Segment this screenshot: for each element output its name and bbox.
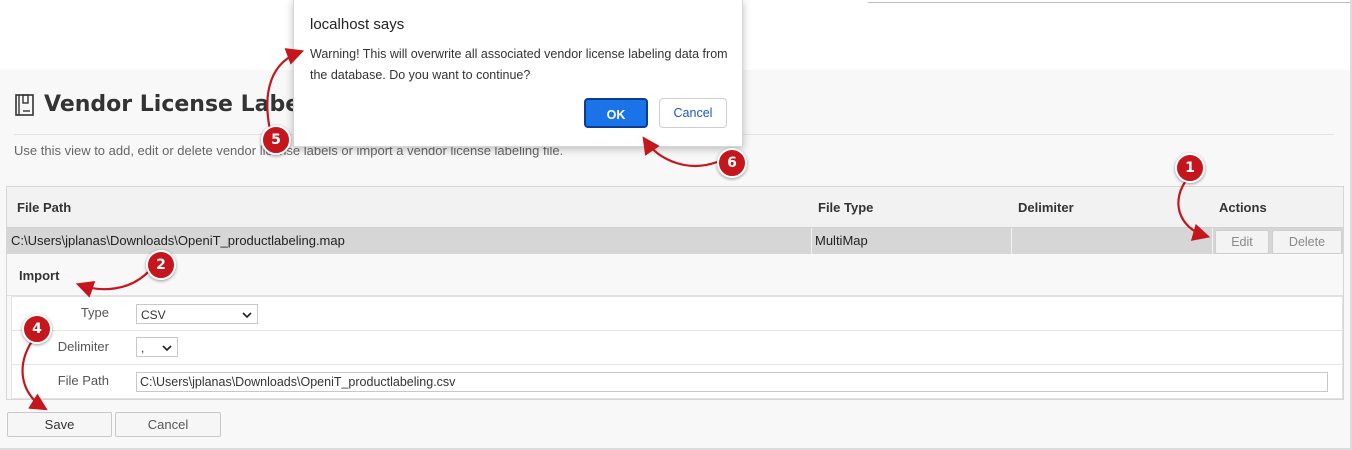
annotation-badge-6: 6 [717, 148, 747, 178]
row-file-type: MultiMap [815, 233, 868, 248]
chevron-down-icon [242, 312, 252, 319]
type-select[interactable]: CSV [136, 304, 258, 324]
chevron-down-icon [162, 345, 172, 352]
file-path-label: File Path [57, 373, 109, 388]
file-path-input[interactable]: C:\Users\jplanas\Downloads\OpeniT_produc… [136, 372, 1328, 392]
header-delimiter: Delimiter [1018, 200, 1074, 215]
delete-button[interactable]: Delete [1272, 230, 1342, 254]
book-icon [15, 93, 34, 116]
table-header: File Path File Type Delimiter Actions [7, 187, 1343, 228]
annotation-badge-5: 5 [261, 125, 291, 155]
header-file-type: File Type [818, 200, 874, 215]
type-select-value: CSV [141, 308, 166, 322]
row-file-path: C:\Users\jplanas\Downloads\OpeniT_produc… [11, 233, 345, 248]
delimiter-select-value: , [141, 341, 145, 355]
import-section-header: Import [7, 254, 1343, 296]
cancel-button[interactable]: Cancel [115, 412, 221, 437]
header-actions: Actions [1219, 200, 1267, 215]
dialog-message: Warning! This will overwrite all associa… [310, 47, 728, 82]
delimiter-label: Delimiter [57, 339, 109, 354]
annotation-badge-1: 1 [1175, 153, 1205, 183]
type-label: Type [80, 305, 109, 320]
confirm-dialog: localhost says Warning! This will overwr… [293, 0, 743, 147]
save-button[interactable]: Save [7, 412, 112, 437]
header-file-path: File Path [17, 200, 72, 215]
dialog-ok-button[interactable]: OK [584, 98, 648, 128]
form-row-file-path: File Path C:\Users\jplanas\Downloads\Ope… [12, 365, 1342, 398]
page-title-text: Vendor License Labelin [44, 92, 331, 117]
annotation-badge-4: 4 [22, 314, 52, 344]
vendor-license-table: File Path File Type Delimiter Actions C:… [6, 186, 1344, 400]
form-row-type: Type CSV [12, 297, 1342, 331]
cell-divider [1212, 228, 1213, 254]
top-divider [868, 2, 1352, 3]
import-form: Type CSV Delimiter , File Path C:\Users\… [11, 296, 1343, 399]
table-row[interactable]: C:\Users\jplanas\Downloads\OpeniT_produc… [7, 228, 1343, 254]
form-row-delimiter: Delimiter , [12, 331, 1342, 365]
dialog-cancel-button[interactable]: Cancel [659, 98, 727, 128]
import-title: Import [19, 268, 60, 283]
edit-button[interactable]: Edit [1215, 230, 1269, 254]
annotation-badge-2: 2 [146, 250, 176, 280]
dialog-title: localhost says [310, 16, 405, 33]
delimiter-select[interactable]: , [136, 337, 178, 357]
cell-divider [811, 228, 812, 254]
page-title: Vendor License Labelin [14, 92, 331, 117]
cell-divider [1011, 228, 1012, 254]
